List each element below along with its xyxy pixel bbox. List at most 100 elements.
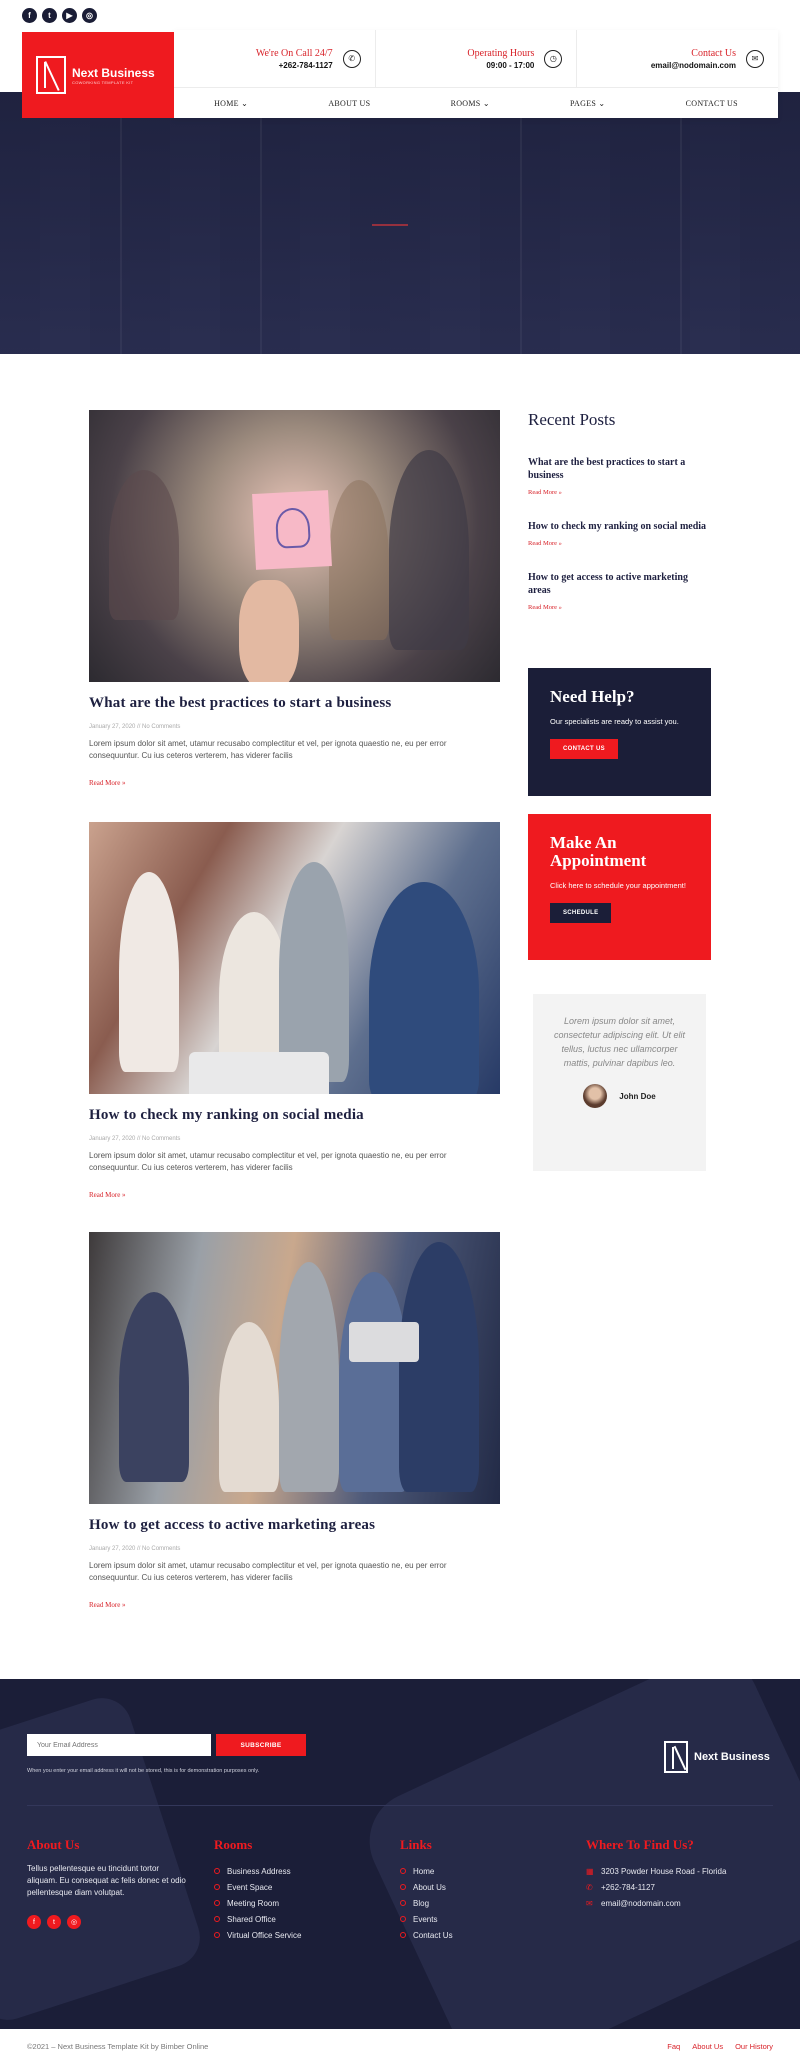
instagram-icon[interactable]: ◎ — [82, 8, 97, 23]
testimonial-card: Lorem ipsum dolor sit amet, consectetur … — [533, 994, 706, 1171]
subscribe-button[interactable]: SUBSCRIBE — [216, 1734, 306, 1756]
recent-post-read-more[interactable]: Read More » — [528, 540, 711, 547]
footer-about-title: About Us — [27, 1837, 80, 1852]
post-image[interactable] — [89, 1232, 500, 1504]
blog-post: How to check my ranking on social media … — [89, 822, 500, 1199]
post-image[interactable] — [89, 410, 500, 682]
post-title[interactable]: How to get access to active marketing ar… — [89, 1517, 500, 1534]
blog-post: How to get access to active marketing ar… — [89, 1232, 500, 1609]
brand-tagline: COWORKING TEMPLATE KIT — [72, 79, 134, 85]
instagram-icon[interactable]: ◎ — [67, 1915, 81, 1929]
hero-background-image — [0, 92, 800, 354]
footer-link[interactable]: Event Space — [214, 1879, 301, 1895]
clock-icon: ◷ — [544, 49, 563, 68]
footer-link[interactable]: About Us — [400, 1879, 453, 1895]
contact-us-button[interactable]: CONTACT US — [550, 739, 618, 759]
header-info-hours: Operating Hours 09:00 - 17:00 ◷ — [376, 30, 578, 87]
footer-link[interactable]: Events — [400, 1911, 453, 1927]
twitter-icon[interactable]: t — [42, 8, 57, 23]
read-more-link[interactable]: Read More » — [89, 1601, 500, 1609]
nav-pages[interactable]: PAGES ⌄ — [570, 99, 605, 108]
envelope-icon: ✉ — [586, 1898, 593, 1908]
nav-about-us[interactable]: ABOUT US — [328, 99, 370, 108]
appointment-box: Make An Appointment Click here to schedu… — [528, 814, 711, 960]
footer-bottom-link-faq[interactable]: Faq — [667, 2042, 680, 2051]
phone-icon: ✆ — [586, 1882, 593, 1892]
footer-link[interactable]: Blog — [400, 1895, 453, 1911]
header-info-call: We're On Call 24/7 +262-784-1127 ✆ — [174, 30, 376, 87]
call-value[interactable]: +262-784-1127 — [256, 61, 333, 70]
footer-about-text: Tellus pellentesque eu tincidunt tortor … — [27, 1864, 186, 1897]
recent-posts-widget: Recent Posts What are the best practices… — [528, 410, 711, 611]
email-input[interactable] — [27, 1734, 211, 1756]
footer-phone[interactable]: ✆ +262-784-1127 — [586, 1879, 726, 1895]
recent-posts-title: Recent Posts — [528, 410, 616, 429]
call-label: We're On Call 24/7 — [255, 47, 333, 59]
read-more-link[interactable]: Read More » — [89, 1191, 500, 1199]
youtube-icon[interactable]: ▶ — [62, 8, 77, 23]
recent-post-title[interactable]: How to check my ranking on social media — [528, 520, 711, 533]
read-more-link[interactable]: Read More » — [89, 779, 500, 787]
recent-post-read-more[interactable]: Read More » — [528, 489, 711, 496]
facebook-icon[interactable]: f — [27, 1915, 41, 1929]
subscribe-note: When you enter your email address it wil… — [27, 1768, 260, 1774]
recent-post-title[interactable]: What are the best practices to start a b… — [528, 456, 711, 482]
social-top-bar: f t ▶ ◎ — [22, 8, 97, 23]
need-help-title: Need Help? — [550, 687, 635, 706]
footer-rooms: Rooms Business Address Event Space Meeti… — [214, 1837, 301, 1943]
footer-bottom-bar: ©2021 – Next Business Template Kit by Bi… — [0, 2029, 800, 2063]
nav-home[interactable]: HOME ⌄ — [214, 99, 248, 108]
twitter-icon[interactable]: t — [47, 1915, 61, 1929]
footer-find-us: Where To Find Us? ▦ 3203 Powder House Roa… — [586, 1837, 726, 1911]
footer-link[interactable]: Home — [400, 1863, 453, 1879]
post-meta: January 27, 2020 // No Comments — [89, 1546, 181, 1552]
recent-post-item: How to check my ranking on social media … — [528, 520, 711, 547]
footer-address: ▦ 3203 Powder House Road - Florida — [586, 1866, 727, 1876]
avatar — [583, 1084, 608, 1108]
need-help-box: Need Help? Our specialists are ready to … — [528, 668, 711, 796]
footer-logo[interactable]: Next Business — [664, 1741, 770, 1773]
nav-rooms[interactable]: ROOMS ⌄ — [451, 99, 490, 108]
recent-post-read-more[interactable]: Read More » — [528, 604, 711, 611]
footer-link[interactable]: Shared Office — [214, 1911, 301, 1927]
nav-contact-us[interactable]: CONTACT US — [686, 99, 738, 108]
logo-mark-icon — [36, 56, 66, 94]
schedule-button[interactable]: SCHEDULE — [550, 903, 612, 923]
contact-value[interactable]: email@nodomain.com — [651, 61, 736, 70]
testimonial-quote: Lorem ipsum dolor sit amet, consectetur … — [553, 1016, 686, 1068]
post-title[interactable]: How to check my ranking on social media — [89, 1107, 500, 1124]
post-image[interactable] — [89, 822, 500, 1094]
logo-mark-icon — [664, 1741, 688, 1773]
need-help-text: Our specialists are ready to assist you. — [550, 717, 679, 726]
footer-link[interactable]: Contact Us — [400, 1927, 453, 1943]
footer: SUBSCRIBE When you enter your email addr… — [0, 1679, 800, 2029]
footer-link[interactable]: Virtual Office Service — [214, 1927, 301, 1943]
envelope-icon: ✉ — [746, 49, 765, 68]
recent-post-title[interactable]: How to get access to active marketing ar… — [528, 571, 711, 597]
building-icon: ▦ — [586, 1866, 594, 1876]
contact-label: Contact Us — [691, 47, 737, 59]
main-nav: HOME ⌄ ABOUT US ROOMS ⌄ PAGES ⌄ CONTACT … — [174, 88, 778, 118]
header-info-contact: Contact Us email@nodomain.com ✉ — [577, 30, 778, 87]
footer-links-title: Links — [400, 1837, 432, 1852]
appointment-text: Click here to schedule your appointment! — [550, 881, 686, 890]
blog-post: What are the best practices to start a b… — [89, 410, 500, 787]
footer-email[interactable]: ✉ email@nodomain.com — [586, 1895, 726, 1911]
phone-icon: ✆ — [342, 49, 361, 68]
appointment-title: Make An Appointment — [550, 833, 647, 870]
post-excerpt: Lorem ipsum dolor sit amet, utamur recus… — [89, 1151, 447, 1172]
site-logo[interactable]: Next Business COWORKING TEMPLATE KIT — [22, 32, 174, 118]
footer-link[interactable]: Meeting Room — [214, 1895, 301, 1911]
facebook-icon[interactable]: f — [22, 8, 37, 23]
header-card: We're On Call 24/7 +262-784-1127 ✆ Opera… — [174, 30, 778, 118]
copyright: ©2021 – Next Business Template Kit by Bi… — [27, 2041, 209, 2051]
footer-link[interactable]: Business Address — [214, 1863, 301, 1879]
hours-label: Operating Hours — [467, 47, 535, 59]
hours-value: 09:00 - 17:00 — [486, 60, 535, 70]
footer-bottom-link-about[interactable]: About Us — [692, 2042, 723, 2051]
brand-name: Next Business — [72, 65, 155, 80]
post-title[interactable]: What are the best practices to start a b… — [89, 695, 500, 712]
recent-post-item: How to get access to active marketing ar… — [528, 571, 711, 611]
footer-rooms-title: Rooms — [214, 1837, 253, 1852]
footer-bottom-link-history[interactable]: Our History — [735, 2042, 773, 2051]
